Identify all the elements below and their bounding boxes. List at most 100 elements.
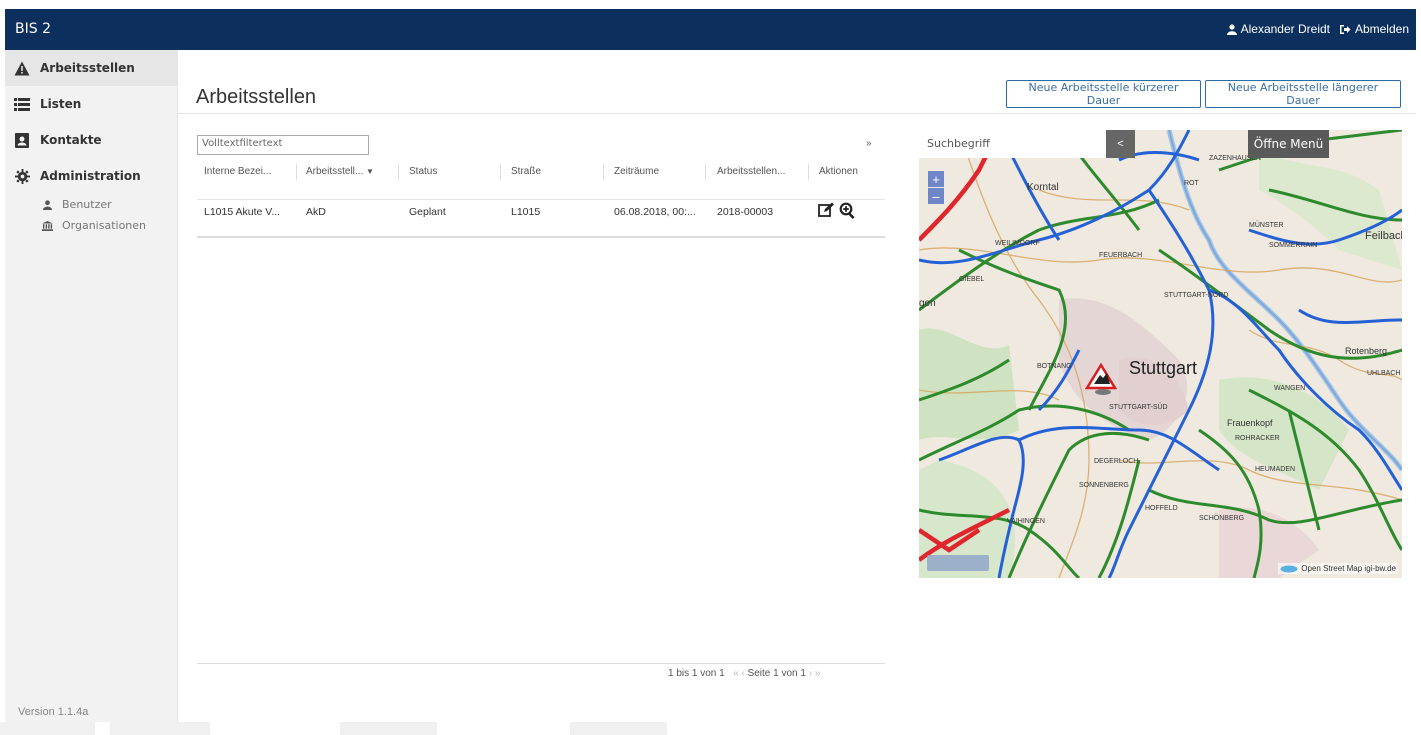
map-label: SCHÖNBERG — [1199, 515, 1245, 522]
sidebar-item-administration[interactable]: Administration — [5, 158, 177, 194]
table-cell-arbeitsstellen-nr: 2018-00003 — [717, 206, 774, 218]
table-cell-status: Geplant — [409, 206, 446, 218]
sidebar-item-kontakte[interactable]: Kontakte — [5, 122, 177, 158]
zoom-out-button[interactable]: – — [928, 188, 944, 204]
column-header-strasse[interactable]: Straße — [511, 166, 541, 177]
map-label: Rotenberg — [1345, 346, 1388, 356]
map-label: STUTTGART-SÜD — [1109, 404, 1168, 411]
gear-icon — [13, 167, 31, 185]
cloud-icon — [1280, 565, 1298, 572]
sidebar-subitem-label: Organisationen — [62, 219, 147, 232]
map-label: GIEBEL — [959, 276, 985, 283]
map-attribution-text: Open Street Map igi-bw.de — [1301, 564, 1396, 573]
map-label: HOFFELD — [1145, 505, 1178, 512]
column-separator — [296, 164, 297, 180]
sidebar-subitem-organisationen[interactable]: Organisationen — [5, 215, 177, 236]
column-header-zeitraeume[interactable]: Zeiträume — [614, 166, 659, 177]
zoom-to-icon[interactable] — [839, 202, 856, 219]
column-separator — [500, 164, 501, 180]
bank-icon — [41, 220, 53, 231]
column-header-label: Arbeitsstell... — [306, 166, 364, 177]
sidebar-item-label: Administration — [40, 169, 141, 183]
map-search-input[interactable]: Suchbegriff — [919, 130, 1106, 158]
map-label: ROHRACKER — [1235, 435, 1280, 442]
column-header-arbeitsstellen-nr[interactable]: Arbeitsstellen... — [717, 166, 785, 177]
sidebar-item-label: Listen — [40, 97, 82, 111]
pagination-page: Seite 1 von 1 — [747, 668, 806, 679]
user-name: Alexander Dreidt — [1240, 22, 1330, 36]
open-menu-button[interactable]: Öffne Menü — [1248, 130, 1329, 158]
edit-icon[interactable] — [818, 202, 835, 218]
top-navbar: BIS 2 Alexander Dreidt Abmelden — [5, 9, 1416, 50]
new-short-worksite-button[interactable]: Neue Arbeitsstelle kürzerer Dauer — [1006, 80, 1201, 108]
app-version: Version 1.1.4a — [18, 706, 89, 718]
table-cell-zeitraeume: 06.08.2018, 00:... — [614, 206, 696, 218]
next-page-button[interactable]: › — [809, 668, 812, 679]
map-view[interactable]: Stuttgart Korntal Feilbach Rotenberg Fra… — [919, 130, 1402, 578]
pagination: 1 bis 1 von 1 « ‹ Seite 1 von 1 › » — [668, 668, 820, 679]
first-page-button[interactable]: « — [733, 668, 739, 679]
logout-icon — [1339, 24, 1351, 34]
map-label: MÜNSTER — [1249, 222, 1284, 229]
table-cell-arbeitsstelle: AkD — [306, 206, 326, 218]
sidebar-item-label: Kontakte — [40, 133, 102, 147]
user-icon — [41, 199, 53, 210]
bottom-edge — [0, 722, 1421, 735]
map-label: DEGERLOCH — [1094, 458, 1139, 465]
last-page-button[interactable]: » — [815, 668, 821, 679]
map-label: STUTTGART-NORD — [1164, 292, 1229, 299]
map-label: FEUERBACH — [1099, 252, 1143, 259]
map-search-collapse-button[interactable]: < — [1106, 130, 1135, 158]
sidebar-item-listen[interactable]: Listen — [5, 86, 177, 122]
table-footer-divider — [197, 663, 885, 664]
map-label: gen — [919, 298, 936, 309]
map-label: UHLBACH — [1367, 370, 1401, 377]
sidebar-item-arbeitsstellen[interactable]: Arbeitsstellen — [5, 50, 177, 86]
map-label-city: Stuttgart — [1129, 358, 1198, 378]
collapse-panel-toggle[interactable]: » — [866, 138, 872, 149]
map-label: VAIHINGEN — [1007, 518, 1045, 525]
map-label: Korntal — [1027, 182, 1059, 193]
list-icon — [13, 95, 31, 113]
pagination-range: 1 bis 1 von 1 — [668, 668, 725, 679]
map-label: Frauenkopf — [1227, 418, 1273, 428]
sidebar-item-label: Arbeitsstellen — [40, 61, 135, 75]
table-row-divider — [197, 236, 885, 238]
fulltext-filter-input[interactable]: Volltextfiltertext — [197, 135, 369, 155]
column-header-aktionen: Aktionen — [819, 166, 858, 177]
column-header-arbeitsstelle[interactable]: Arbeitsstell... ▼ — [306, 166, 374, 177]
column-header-status[interactable]: Status — [409, 166, 437, 177]
map-label: WEILIMDORF — [995, 240, 1040, 247]
prev-page-button[interactable]: ‹ — [741, 668, 744, 679]
map-label: SONNENBERG — [1079, 482, 1129, 489]
new-long-worksite-button[interactable]: Neue Arbeitsstelle längerer Dauer — [1205, 80, 1401, 108]
window-top-edge — [0, 0, 1421, 9]
sidebar-subitem-benutzer[interactable]: Benutzer — [5, 194, 177, 215]
table-cell-strasse: L1015 — [511, 206, 541, 218]
map-label: BOTNANG — [1037, 363, 1072, 370]
table-header-divider — [197, 199, 885, 200]
logout-button[interactable]: Abmelden — [1339, 22, 1409, 36]
column-separator — [705, 164, 706, 180]
zoom-in-button[interactable]: + — [928, 171, 944, 187]
app-brand[interactable]: BIS 2 — [15, 21, 51, 37]
map-label: Feilbach — [1365, 230, 1402, 242]
map-attribution: Open Street Map igi-bw.de — [1278, 563, 1398, 574]
column-separator — [603, 164, 604, 180]
column-separator — [398, 164, 399, 180]
sidebar-subitem-label: Benutzer — [62, 198, 112, 211]
sort-desc-icon: ▼ — [366, 167, 374, 176]
page-title: Arbeitsstellen — [196, 86, 317, 108]
map-label: ROT — [1184, 180, 1199, 187]
user-menu[interactable]: Alexander Dreidt — [1226, 22, 1330, 36]
map-label: HEUMADEN — [1255, 466, 1296, 473]
contact-book-icon — [13, 131, 31, 149]
warning-triangle-icon — [13, 59, 31, 77]
sidebar: Arbeitsstellen Listen Kontakte Administr… — [5, 50, 178, 722]
column-header-interne-bezeichnung[interactable]: Interne Bezei... — [204, 166, 271, 177]
map-label: WANGEN — [1274, 385, 1306, 392]
user-icon — [1226, 23, 1237, 35]
header-divider — [178, 113, 1416, 114]
table-cell-interne-bezeichnung: L1015 Akute V... — [204, 206, 281, 218]
row-actions — [818, 202, 856, 219]
